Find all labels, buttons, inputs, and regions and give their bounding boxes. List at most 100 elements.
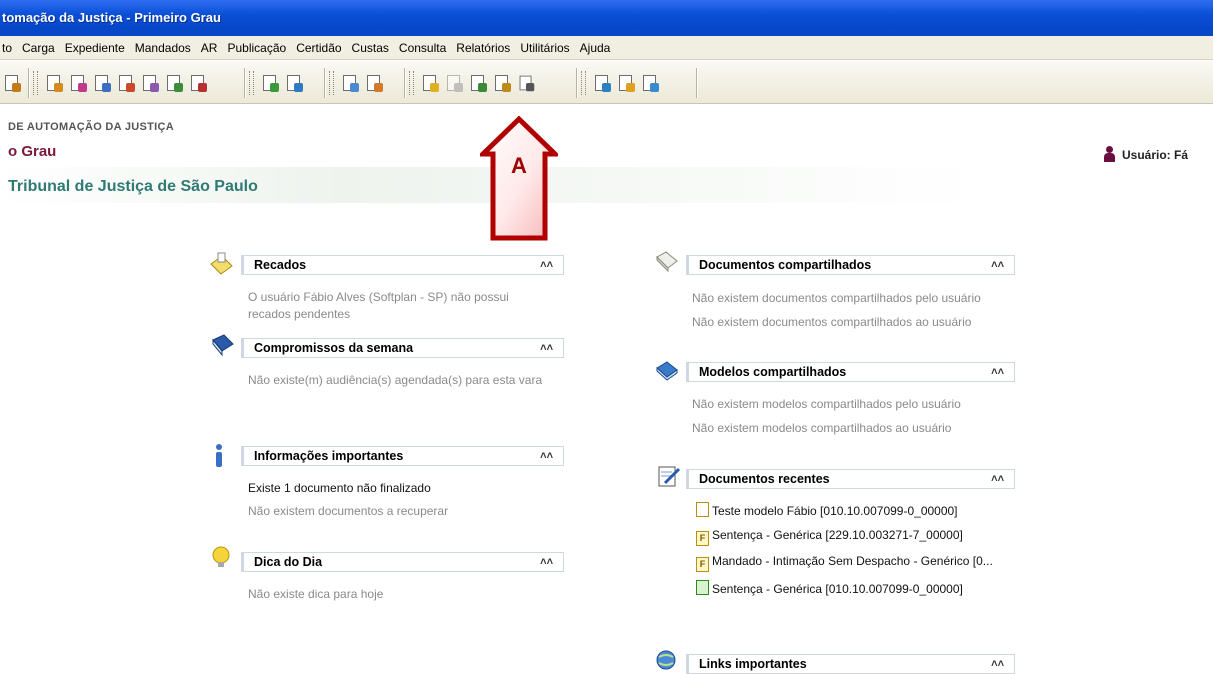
collapse-chevron-icon[interactable]: ˄˄ bbox=[991, 655, 1004, 673]
recados-header[interactable]: Recados ˄˄ bbox=[241, 255, 564, 275]
recent-document-item[interactable]: F Sentença - Genérica [229.10.003271-7_00… bbox=[696, 528, 963, 546]
toolbar-group-0 bbox=[0, 68, 29, 98]
modelos-compartilhados-title: Modelos compartilhados bbox=[699, 365, 847, 379]
menu-item-relatorios[interactable]: Relatórios bbox=[451, 36, 515, 60]
compromissos-text: Não existe(m) audiência(s) agendada(s) p… bbox=[248, 373, 543, 387]
toolbar-icon-0[interactable] bbox=[3, 74, 21, 92]
shared-documents-icon bbox=[656, 251, 678, 273]
toolbar-group-3 bbox=[326, 68, 405, 98]
informacoes-text-1[interactable]: Existe 1 documento não finalizado bbox=[248, 480, 431, 497]
documentos-compartilhados-title: Documentos compartilhados bbox=[699, 258, 872, 272]
documentos-compartilhados-text-2: Não existem documentos compartilhados ao… bbox=[692, 315, 972, 329]
info-icon bbox=[216, 444, 222, 467]
toolbar bbox=[0, 61, 1213, 104]
collapse-chevron-icon[interactable]: ˄˄ bbox=[540, 256, 553, 274]
table-icon[interactable] bbox=[189, 74, 207, 92]
recent-document-item[interactable]: Teste modelo Fábio [010.10.007099-0_0000… bbox=[696, 502, 958, 518]
globe-icon bbox=[656, 650, 676, 670]
user-info[interactable]: Usuário: Fá bbox=[1102, 146, 1188, 162]
person-document-icon[interactable] bbox=[141, 74, 159, 92]
menu-item-publicacao[interactable]: Publicação bbox=[222, 36, 291, 60]
compromissos-header[interactable]: Compromissos da semana ˄˄ bbox=[241, 338, 564, 358]
toolbar-group-2 bbox=[246, 68, 325, 98]
document-icon-4[interactable] bbox=[165, 74, 183, 92]
links-importantes-title: Links importantes bbox=[699, 657, 807, 671]
text-cursor-icon[interactable] bbox=[518, 75, 535, 92]
folder-arrow-icon[interactable] bbox=[341, 74, 359, 92]
menu-item-consulta[interactable]: Consulta bbox=[394, 36, 451, 60]
lightbulb-icon bbox=[212, 546, 230, 567]
toolbar-grip[interactable] bbox=[33, 71, 38, 95]
book-icon bbox=[212, 334, 234, 357]
collapse-chevron-icon[interactable]: ˄˄ bbox=[991, 256, 1004, 274]
send-document-icon[interactable] bbox=[285, 74, 303, 92]
toolbar-grip[interactable] bbox=[581, 71, 586, 95]
user-icon bbox=[1102, 146, 1118, 162]
recent-document-item[interactable]: F Mandado - Intimação Sem Despacho - Gené… bbox=[696, 554, 993, 572]
court-name: Tribunal de Justiça de São Paulo bbox=[8, 178, 258, 195]
menu-item-certidao[interactable]: Certidão bbox=[291, 36, 346, 60]
print-preview-icon[interactable] bbox=[493, 74, 511, 92]
toolbar-group-5 bbox=[578, 68, 697, 98]
copy-document-icon[interactable] bbox=[469, 74, 487, 92]
search-document-icon[interactable] bbox=[93, 74, 111, 92]
toolbar-group-4 bbox=[406, 68, 577, 98]
search-folder-icon[interactable] bbox=[593, 74, 611, 92]
forward-document-icon[interactable] bbox=[261, 74, 279, 92]
documentos-recentes-header[interactable]: Documentos recentes ˄˄ bbox=[686, 469, 1015, 489]
toolbar-grip[interactable] bbox=[249, 71, 254, 95]
menu-item-utilitarios[interactable]: Utilitários bbox=[515, 36, 574, 60]
recados-title: Recados bbox=[254, 258, 307, 272]
recent-document-item[interactable]: Sentença - Genérica [010.10.007099-0_000… bbox=[696, 580, 963, 596]
compromissos-title: Compromissos da semana bbox=[254, 341, 414, 355]
menu-item-ajuda[interactable]: Ajuda bbox=[575, 36, 616, 60]
menu-item-ar[interactable]: AR bbox=[196, 36, 223, 60]
user-label: Usuário: Fá bbox=[1122, 148, 1189, 162]
form-document-icon: F bbox=[696, 557, 709, 572]
modelos-compartilhados-text-2: Não existem modelos compartilhados ao us… bbox=[692, 421, 952, 435]
menu-item-movimentacao[interactable]: to bbox=[0, 36, 17, 60]
modelos-compartilhados-text-1: Não existem modelos compartilhados pelo … bbox=[692, 397, 961, 411]
recent-document-label: Sentença - Genérica [229.10.003271-7_000… bbox=[712, 528, 963, 542]
collapse-chevron-icon[interactable]: ˄˄ bbox=[991, 470, 1004, 488]
dica-text: Não existe dica para hoje bbox=[248, 587, 384, 601]
menu-item-custas[interactable]: Custas bbox=[347, 36, 394, 60]
informacoes-text-2: Não existem documentos a recuperar bbox=[248, 504, 449, 518]
dica-header[interactable]: Dica do Dia ˄˄ bbox=[241, 552, 564, 572]
menu-bar: to Carga Expediente Mandados AR Publicação Cer… bbox=[0, 36, 1213, 60]
annotation-arrow-marker bbox=[480, 116, 558, 241]
collapse-chevron-icon[interactable]: ˄˄ bbox=[991, 363, 1004, 381]
window-title-bar[interactable]: tomação da Justiça - Primeiro Grau bbox=[0, 0, 1213, 36]
document-icon-1[interactable] bbox=[45, 74, 63, 92]
toolbar-grip[interactable] bbox=[329, 71, 334, 95]
informacoes-header[interactable]: Informações importantes ˄˄ bbox=[241, 446, 564, 466]
instance-name: o Grau bbox=[8, 143, 57, 160]
collapse-chevron-icon[interactable]: ˄˄ bbox=[540, 339, 553, 357]
disabled-document-icon[interactable] bbox=[445, 74, 463, 92]
signed-document-icon bbox=[696, 580, 709, 595]
informacoes-title: Informações importantes bbox=[254, 449, 404, 463]
annotation-marker-label: A bbox=[511, 153, 527, 178]
recent-document-label: Sentença - Genérica [010.10.007099-0_000… bbox=[712, 582, 963, 596]
menu-item-carga[interactable]: Carga bbox=[17, 36, 60, 60]
notepad-pencil-icon bbox=[658, 466, 681, 487]
dica-title: Dica do Dia bbox=[254, 555, 323, 569]
collapse-chevron-icon[interactable]: ˄˄ bbox=[540, 447, 553, 465]
toolbar-group-1 bbox=[30, 68, 245, 98]
documentos-compartilhados-header[interactable]: Documentos compartilhados ˄˄ bbox=[686, 255, 1015, 275]
key-folder-icon[interactable] bbox=[617, 74, 635, 92]
links-importantes-header[interactable]: Links importantes ˄˄ bbox=[686, 654, 1015, 674]
modelos-compartilhados-header[interactable]: Modelos compartilhados ˄˄ bbox=[686, 362, 1015, 382]
people-icon[interactable] bbox=[365, 74, 383, 92]
menu-item-expediente[interactable]: Expediente bbox=[60, 36, 130, 60]
form-document-icon: F bbox=[696, 531, 709, 546]
menu-item-mandados[interactable]: Mandados bbox=[130, 36, 196, 60]
window-title: tomação da Justiça - Primeiro Grau bbox=[2, 10, 221, 25]
new-document-icon[interactable] bbox=[421, 74, 439, 92]
upload-folder-icon[interactable] bbox=[641, 74, 659, 92]
document-icon-2[interactable] bbox=[69, 74, 87, 92]
collapse-chevron-icon[interactable]: ˄˄ bbox=[540, 553, 553, 571]
document-icon-3[interactable] bbox=[117, 74, 135, 92]
toolbar-grip[interactable] bbox=[409, 71, 414, 95]
documentos-recentes-title: Documentos recentes bbox=[699, 472, 830, 486]
